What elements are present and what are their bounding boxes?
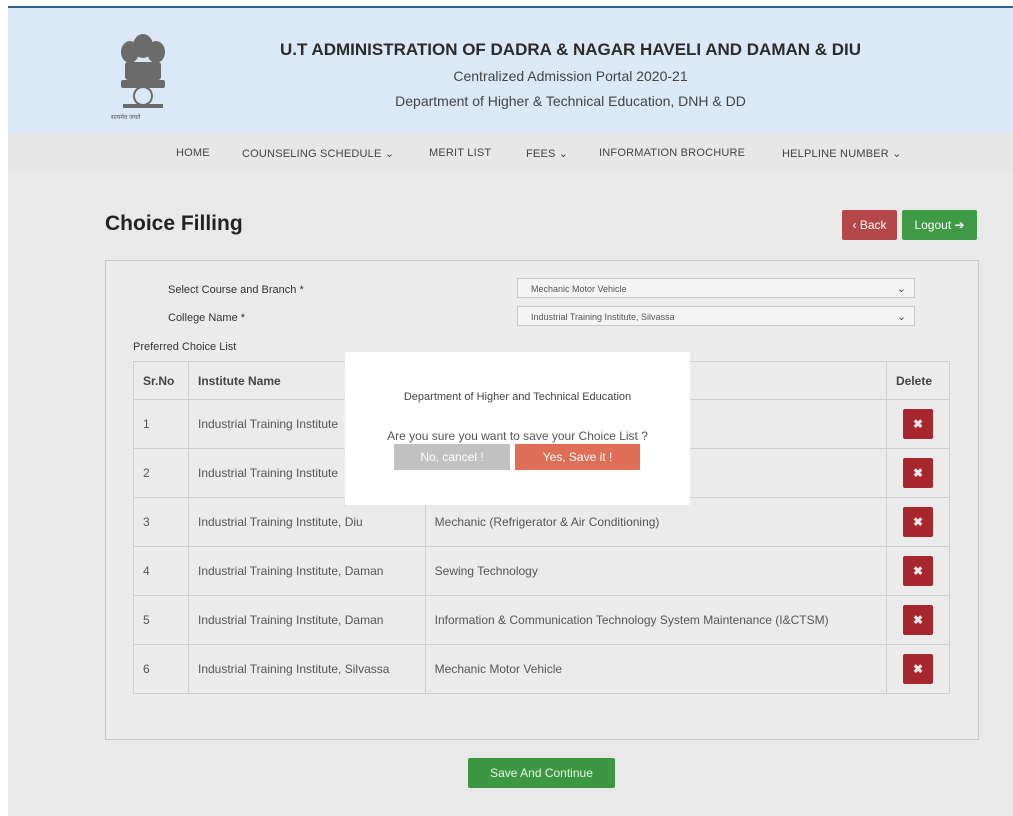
- cancel-button[interactable]: No, cancel !: [394, 444, 510, 470]
- college-label: College Name *: [168, 312, 246, 324]
- table-row: 4 Industrial Training Institute, Daman S…: [133, 546, 951, 596]
- preferred-choice-label: Preferred Choice List: [133, 341, 237, 353]
- chevron-down-icon: ⌄: [896, 311, 906, 323]
- nav-home[interactable]: HOME: [176, 147, 210, 159]
- delete-button[interactable]: ✖: [902, 605, 933, 635]
- dialog-title: Department of Higher and Technical Educa…: [403, 391, 632, 403]
- row-course: Mechanic Motor Vehicle: [424, 644, 887, 694]
- row-institute: Industrial Training Institute, Daman: [187, 595, 426, 645]
- nav-helpline-number[interactable]: HELPLINE NUMBER ⌄: [782, 147, 902, 160]
- college-select[interactable]: Industrial Training Institute, Silvassa …: [517, 306, 915, 326]
- row-course: Information & Communication Technology S…: [424, 595, 887, 645]
- chevron-down-icon: ⌄: [896, 283, 906, 295]
- row-sr: 2: [133, 448, 189, 498]
- row-sr: 5: [133, 595, 189, 645]
- header-department: Department of Higher & Technical Educati…: [395, 93, 746, 109]
- save-and-continue-button[interactable]: Save And Continue: [468, 758, 615, 788]
- row-sr: 6: [133, 644, 189, 694]
- column-header-delete: Delete: [885, 361, 951, 400]
- delete-button[interactable]: ✖: [902, 458, 933, 488]
- table-row: 6 Industrial Training Institute, Silvass…: [133, 644, 951, 694]
- emblem-caption: सत्यमेव जयते: [111, 114, 141, 121]
- dialog-message: Are you sure you want to save your Choic…: [387, 429, 648, 443]
- course-label: Select Course and Branch *: [168, 284, 304, 296]
- nav-merit-list[interactable]: MERIT LIST: [429, 147, 491, 159]
- delete-button[interactable]: ✖: [902, 507, 933, 537]
- course-select-value: Mechanic Motor Vehicle: [531, 284, 627, 294]
- table-row: 5 Industrial Training Institute, Daman I…: [133, 595, 951, 645]
- nav-information-brochure[interactable]: INFORMATION BROCHURE: [599, 147, 745, 159]
- main-nav: HOME COUNSELING SCHEDULE ⌄ MERIT LIST FE…: [8, 134, 1013, 172]
- nav-counseling-schedule[interactable]: COUNSELING SCHEDULE ⌄: [242, 147, 394, 160]
- course-select[interactable]: Mechanic Motor Vehicle ⌄: [517, 278, 915, 298]
- row-sr: 3: [133, 497, 189, 547]
- page: सत्यमेव जयते U.T ADMINISTRATION OF DADRA…: [8, 6, 1013, 816]
- logout-button[interactable]: Logout ➔: [902, 210, 977, 240]
- college-select-value: Industrial Training Institute, Silvassa: [531, 312, 675, 322]
- row-sr: 4: [133, 546, 189, 596]
- confirm-save-button[interactable]: Yes, Save it !: [515, 444, 640, 470]
- row-sr: 1: [133, 399, 189, 449]
- column-header-sr: Sr.No: [133, 361, 189, 400]
- confirm-dialog: Department of Higher and Technical Educa…: [345, 352, 690, 505]
- site-header: सत्यमेव जयते U.T ADMINISTRATION OF DADRA…: [8, 6, 1013, 136]
- delete-button[interactable]: ✖: [902, 409, 933, 439]
- row-institute: Industrial Training Institute, Daman: [187, 546, 426, 596]
- nav-fees[interactable]: FEES ⌄: [526, 147, 568, 160]
- header-subtitle: Centralized Admission Portal 2020-21: [453, 68, 688, 84]
- header-title: U.T ADMINISTRATION OF DADRA & NAGAR HAVE…: [279, 40, 862, 59]
- delete-button[interactable]: ✖: [902, 654, 933, 684]
- page-title: Choice Filling: [105, 212, 243, 235]
- back-button[interactable]: ‹ Back: [842, 210, 897, 240]
- delete-button[interactable]: ✖: [902, 556, 933, 586]
- row-institute: Industrial Training Institute, Silvassa: [187, 644, 426, 694]
- row-course: Sewing Technology: [424, 546, 887, 596]
